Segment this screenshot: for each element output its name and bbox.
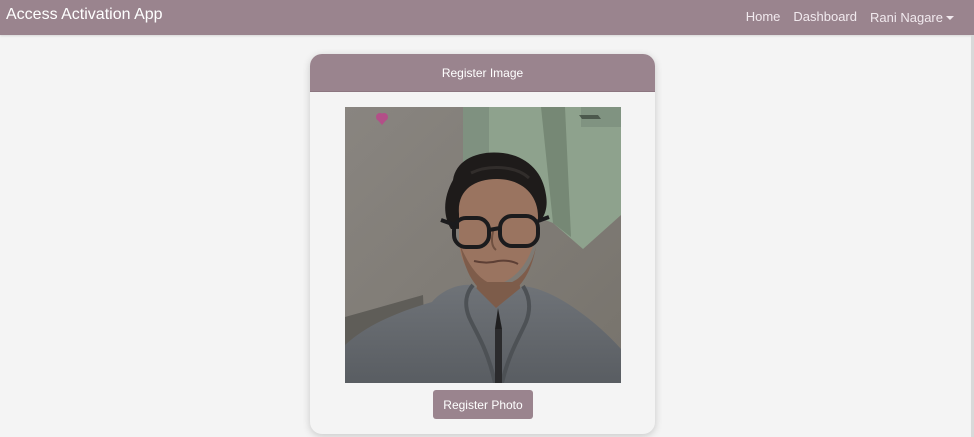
register-photo-button[interactable]: Register Photo [433,390,533,419]
user-name-label: Rani Nagare [870,9,943,25]
user-menu-dropdown[interactable]: Rani Nagare [870,10,954,25]
app-brand[interactable]: Access Activation App [6,5,163,25]
register-image-card: Register Image Register Photo [310,54,655,434]
captured-photo [345,107,621,383]
card-header: Register Image [310,54,655,92]
nav-home-link[interactable]: Home [746,7,781,27]
top-navbar: Access Activation App Home Dashboard Ran… [0,0,974,35]
person-photo-icon [345,107,621,383]
nav-dashboard-link[interactable]: Dashboard [793,7,857,27]
chevron-down-icon [946,15,954,20]
card-title: Register Image [441,65,524,80]
nav-links: Home Dashboard Rani Nagare [746,7,954,27]
